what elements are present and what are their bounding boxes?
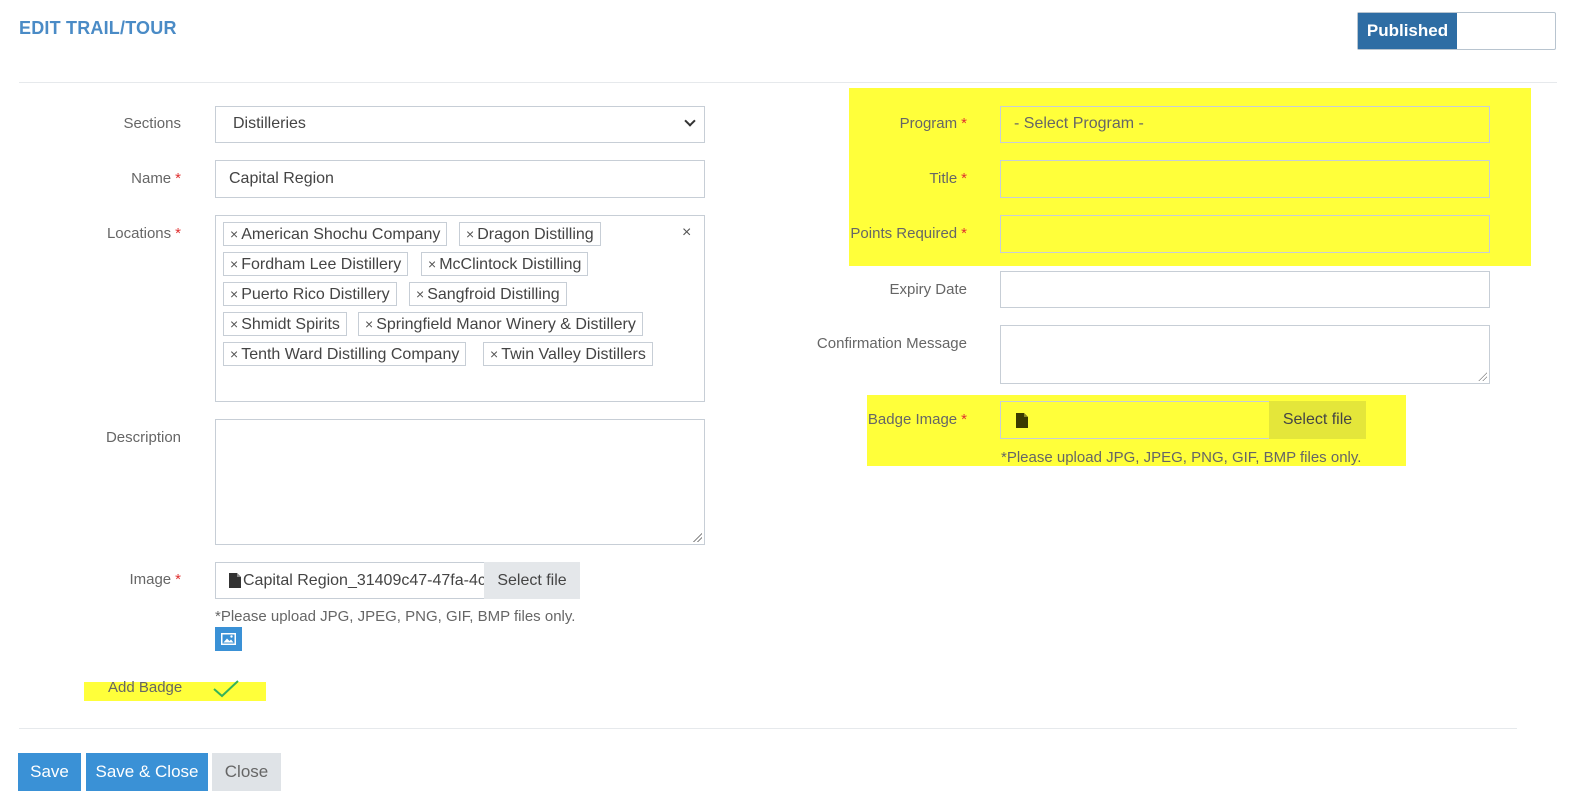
file-icon (1016, 413, 1028, 428)
location-tag[interactable]: × Tenth Ward Distilling Company (223, 342, 467, 366)
checkmark-icon[interactable] (212, 679, 240, 699)
remove-tag-icon[interactable]: × (230, 256, 238, 272)
location-tag[interactable]: × Puerto Rico Distillery (223, 282, 397, 306)
badge-image-select-file-button[interactable]: Select file (1269, 401, 1366, 439)
image-upload-hint: *Please upload JPG, JPEG, PNG, GIF, BMP … (215, 608, 576, 625)
sections-label: Sections (123, 115, 181, 132)
points-required-label: Points Required * (850, 225, 967, 242)
description-textarea[interactable] (215, 419, 705, 545)
location-tag[interactable]: × Sangfroid Distilling (409, 282, 567, 306)
resize-grip-icon[interactable] (692, 532, 702, 542)
save-button[interactable]: Save (18, 753, 81, 791)
picture-icon (221, 633, 236, 645)
name-value: Capital Region (229, 170, 334, 187)
close-button[interactable]: Close (212, 753, 281, 791)
location-tag[interactable]: × McClintock Distilling (421, 252, 589, 276)
image-preview-icon[interactable] (215, 627, 242, 651)
badge-image-label: Badge Image * (867, 411, 967, 428)
description-label: Description (105, 429, 181, 446)
header-divider (19, 82, 1557, 83)
title-label: Title * (929, 170, 967, 187)
locations-label: Locations * (106, 225, 181, 242)
image-file-input[interactable]: Capital Region_31409c47-47fa-4c (215, 562, 485, 599)
page-title: EDIT TRAIL/TOUR (19, 18, 177, 38)
remove-tag-icon[interactable]: × (230, 316, 238, 332)
sections-value: Distilleries (233, 115, 306, 132)
published-toggle[interactable]: Published (1357, 12, 1556, 50)
location-tag[interactable]: × Shmidt Spirits (223, 312, 347, 336)
locations-multiselect[interactable]: × American Shochu Company × Dragon Distill… (215, 215, 705, 402)
resize-grip-icon[interactable] (1477, 371, 1487, 381)
remove-tag-icon[interactable]: × (428, 256, 436, 272)
remove-tag-icon[interactable]: × (365, 316, 373, 332)
location-tag[interactable]: × Springfield Manor Winery & Distillery (358, 312, 643, 336)
location-tag[interactable]: × Fordham Lee Distillery (223, 252, 409, 276)
footer-divider (19, 728, 1517, 729)
remove-tag-icon[interactable]: × (466, 226, 474, 242)
location-tag[interactable]: × Twin Valley Distillers (483, 342, 653, 366)
name-label: Name * (131, 170, 181, 187)
remove-tag-icon[interactable]: × (230, 346, 238, 362)
save-close-button[interactable]: Save & Close (86, 753, 208, 791)
badge-image-upload-hint: *Please upload JPG, JPEG, PNG, GIF, BMP … (1001, 449, 1362, 466)
points-required-input[interactable] (1000, 215, 1490, 253)
image-label: Image * (129, 571, 181, 588)
title-input[interactable] (1000, 160, 1490, 198)
expiry-date-label: Expiry Date (889, 281, 967, 298)
file-icon (229, 573, 241, 588)
published-label: Published (1358, 13, 1457, 49)
program-placeholder: - Select Program - (1014, 115, 1144, 132)
remove-tag-icon[interactable]: × (230, 286, 238, 302)
remove-tag-icon[interactable]: × (230, 226, 238, 242)
clear-all-icon[interactable]: × (682, 224, 691, 242)
remove-tag-icon[interactable]: × (490, 346, 498, 362)
image-filename: Capital Region_31409c47-47fa-4c (243, 572, 485, 589)
location-tag[interactable]: × American Shochu Company (223, 222, 448, 246)
sections-select[interactable]: Distilleries (215, 106, 705, 143)
expiry-date-input[interactable] (1000, 271, 1490, 308)
image-select-file-button[interactable]: Select file (484, 562, 580, 599)
badge-image-file-input[interactable] (1000, 401, 1270, 439)
chevron-down-icon (684, 115, 696, 127)
name-input[interactable]: Capital Region (215, 160, 705, 198)
confirmation-message-textarea[interactable] (1000, 325, 1490, 384)
program-select[interactable]: - Select Program - (1000, 106, 1490, 143)
program-label: Program * (899, 115, 967, 132)
add-badge-label: Add Badge (108, 679, 183, 696)
confirmation-message-label: Confirmation Message (816, 335, 967, 352)
remove-tag-icon[interactable]: × (416, 286, 424, 302)
location-tag[interactable]: × Dragon Distilling (459, 222, 601, 246)
